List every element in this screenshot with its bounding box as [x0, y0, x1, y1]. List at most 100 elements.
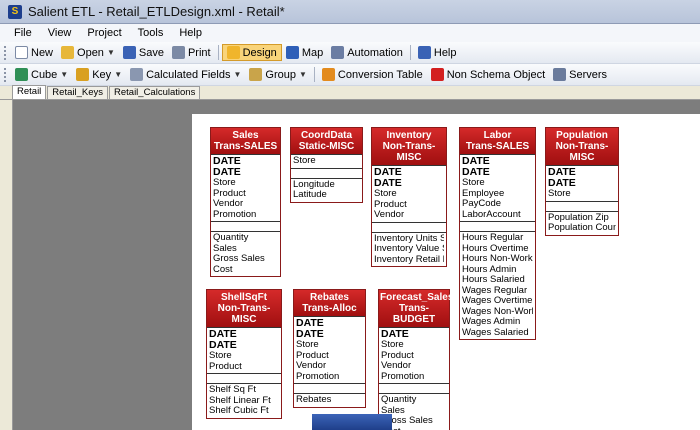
new-button[interactable]: New: [11, 45, 57, 60]
menu-project[interactable]: Project: [79, 27, 129, 39]
toolbar-grip[interactable]: [4, 45, 7, 60]
table-header[interactable]: Forecast_Sales Trans-BUDGET: [379, 290, 453, 327]
measure-field[interactable]: Gross Sales: [213, 254, 278, 265]
non-schema-object-button[interactable]: Non Schema Object: [427, 67, 549, 82]
save-button[interactable]: Save: [119, 45, 168, 60]
date-field[interactable]: DATE: [462, 167, 533, 178]
measure-field[interactable]: Wages Salaried: [462, 328, 533, 339]
measure-field[interactable]: Latitude: [293, 190, 360, 201]
key-field[interactable]: Vendor: [374, 210, 444, 221]
date-field[interactable]: DATE: [296, 318, 363, 329]
key-field[interactable]: Vendor: [213, 199, 278, 210]
date-field[interactable]: DATE: [374, 178, 444, 189]
table-header[interactable]: CoordData Static-MISC: [291, 128, 362, 154]
date-field[interactable]: DATE: [374, 167, 444, 178]
date-field[interactable]: DATE: [548, 178, 616, 189]
key-field[interactable]: Store: [296, 340, 363, 351]
key-field[interactable]: Product: [296, 351, 363, 362]
key-field[interactable]: Product: [213, 189, 278, 200]
table-header[interactable]: Population Non-Trans-MISC: [546, 128, 618, 165]
tab-retail-keys[interactable]: Retail_Keys: [47, 86, 108, 99]
measure-field[interactable]: Hours Non-Worked: [462, 254, 533, 265]
measure-field[interactable]: Inventory Retail Price: [374, 255, 444, 266]
toolbar-grip[interactable]: [4, 67, 7, 82]
key-field[interactable]: Vendor: [381, 361, 447, 372]
measure-field[interactable]: Wages Regular: [462, 286, 533, 297]
measure-field[interactable]: Population County: [548, 223, 616, 234]
tab-retail[interactable]: Retail: [12, 85, 47, 99]
measure-field[interactable]: Shelf Sq Ft: [209, 385, 279, 396]
schema-table[interactable]: Sales Trans-SALES DATE DATE Store Product Vend…: [210, 127, 281, 277]
measure-field[interactable]: Wages Admin: [462, 317, 533, 328]
key-field[interactable]: Employee: [462, 189, 533, 200]
menu-file[interactable]: File: [6, 27, 40, 39]
key-field[interactable]: Store: [381, 340, 447, 351]
tab-retail-calculations[interactable]: Retail_Calculations: [109, 86, 201, 99]
key-field[interactable]: Store: [209, 351, 279, 362]
key-field[interactable]: Promotion: [381, 372, 447, 383]
schema-table[interactable]: Labor Trans-SALES DATE DATE Store Employee Pay…: [459, 127, 536, 340]
map-button[interactable]: Map: [282, 45, 327, 60]
print-button[interactable]: Print: [168, 45, 215, 60]
measure-field[interactable]: Hours Admin: [462, 265, 533, 276]
key-field[interactable]: Store: [462, 178, 533, 189]
measure-field[interactable]: Hours Overtime: [462, 244, 533, 255]
measure-field[interactable]: Sales: [213, 244, 278, 255]
measure-field[interactable]: Wages Overtime: [462, 296, 533, 307]
table-header[interactable]: Labor Trans-SALES: [460, 128, 535, 154]
table-header[interactable]: Rebates Trans-Alloc: [294, 290, 365, 316]
measure-field[interactable]: Shelf Cubic Ft: [209, 406, 279, 417]
measure-field[interactable]: Cost: [213, 265, 278, 276]
servers-button[interactable]: Servers: [549, 67, 611, 82]
schema-table[interactable]: Rebates Trans-Alloc DATE DATE Store Product Ve…: [293, 289, 366, 408]
table-header[interactable]: ShellSqFt Non-Trans-MISC: [207, 290, 281, 327]
schema-table[interactable]: ShellSqFt Non-Trans-MISC DATE DATE Store Prod…: [206, 289, 282, 419]
key-field[interactable]: Product: [381, 351, 447, 362]
help-button[interactable]: Help: [414, 45, 461, 60]
measure-field[interactable]: Shelf Linear Ft: [209, 396, 279, 407]
key-field[interactable]: Vendor: [296, 361, 363, 372]
cube-button[interactable]: Cube ▼: [11, 67, 72, 82]
key-field[interactable]: Product: [209, 362, 279, 373]
key-field[interactable]: Store: [374, 189, 444, 200]
chevron-down-icon[interactable]: ▼: [107, 48, 115, 57]
key-field[interactable]: Store: [548, 189, 616, 200]
chevron-down-icon[interactable]: ▼: [299, 70, 307, 79]
schema-table[interactable]: Inventory Non-Trans-MISC DATE DATE Store Prod…: [371, 127, 447, 267]
schema-table[interactable]: CoordData Static-MISC Store Longitude Latitu…: [290, 127, 363, 203]
menu-view[interactable]: View: [40, 27, 80, 39]
date-field[interactable]: DATE: [209, 329, 279, 340]
calculated-fields-button[interactable]: Calculated Fields ▼: [126, 67, 245, 82]
measure-field[interactable]: Inventory Units Shelf: [374, 234, 444, 245]
key-field[interactable]: Promotion: [296, 372, 363, 383]
chevron-down-icon[interactable]: ▼: [114, 70, 122, 79]
measure-field[interactable]: Population Zip: [548, 213, 616, 224]
date-field[interactable]: DATE: [381, 329, 447, 340]
measure-field[interactable]: Longitude: [293, 180, 360, 191]
chevron-down-icon[interactable]: ▼: [233, 70, 241, 79]
chevron-down-icon[interactable]: ▼: [60, 70, 68, 79]
measure-field[interactable]: Quantity: [381, 395, 447, 406]
key-field[interactable]: LaborAccount: [462, 210, 533, 221]
key-field[interactable]: Store: [293, 156, 360, 167]
key-field[interactable]: Product: [374, 200, 444, 211]
measure-field[interactable]: Hours Salaried: [462, 275, 533, 286]
date-field[interactable]: DATE: [296, 329, 363, 340]
key-field[interactable]: Store: [213, 178, 278, 189]
schema-table[interactable]: Population Non-Trans-MISC DATE DATE Store Pop…: [545, 127, 619, 236]
key-field[interactable]: PayCode: [462, 199, 533, 210]
key-button[interactable]: Key ▼: [72, 67, 126, 82]
measure-field[interactable]: Hours Regular: [462, 233, 533, 244]
menu-tools[interactable]: Tools: [130, 27, 172, 39]
table-header[interactable]: Sales Trans-SALES: [211, 128, 280, 154]
measure-field[interactable]: Inventory Value Shelf: [374, 244, 444, 255]
measure-field[interactable]: Rebates: [296, 395, 363, 406]
date-field[interactable]: DATE: [548, 167, 616, 178]
conversion-table-button[interactable]: Conversion Table: [318, 67, 427, 82]
table-header[interactable]: Inventory Non-Trans-MISC: [372, 128, 446, 165]
schema-table[interactable]: Forecast_Sales Trans-BUDGET DATE Store Produ…: [378, 289, 453, 430]
measure-field[interactable]: Wages Non-Worked: [462, 307, 533, 318]
key-field[interactable]: Promotion: [213, 210, 278, 221]
date-field[interactable]: DATE: [209, 340, 279, 351]
menu-help[interactable]: Help: [171, 27, 210, 39]
